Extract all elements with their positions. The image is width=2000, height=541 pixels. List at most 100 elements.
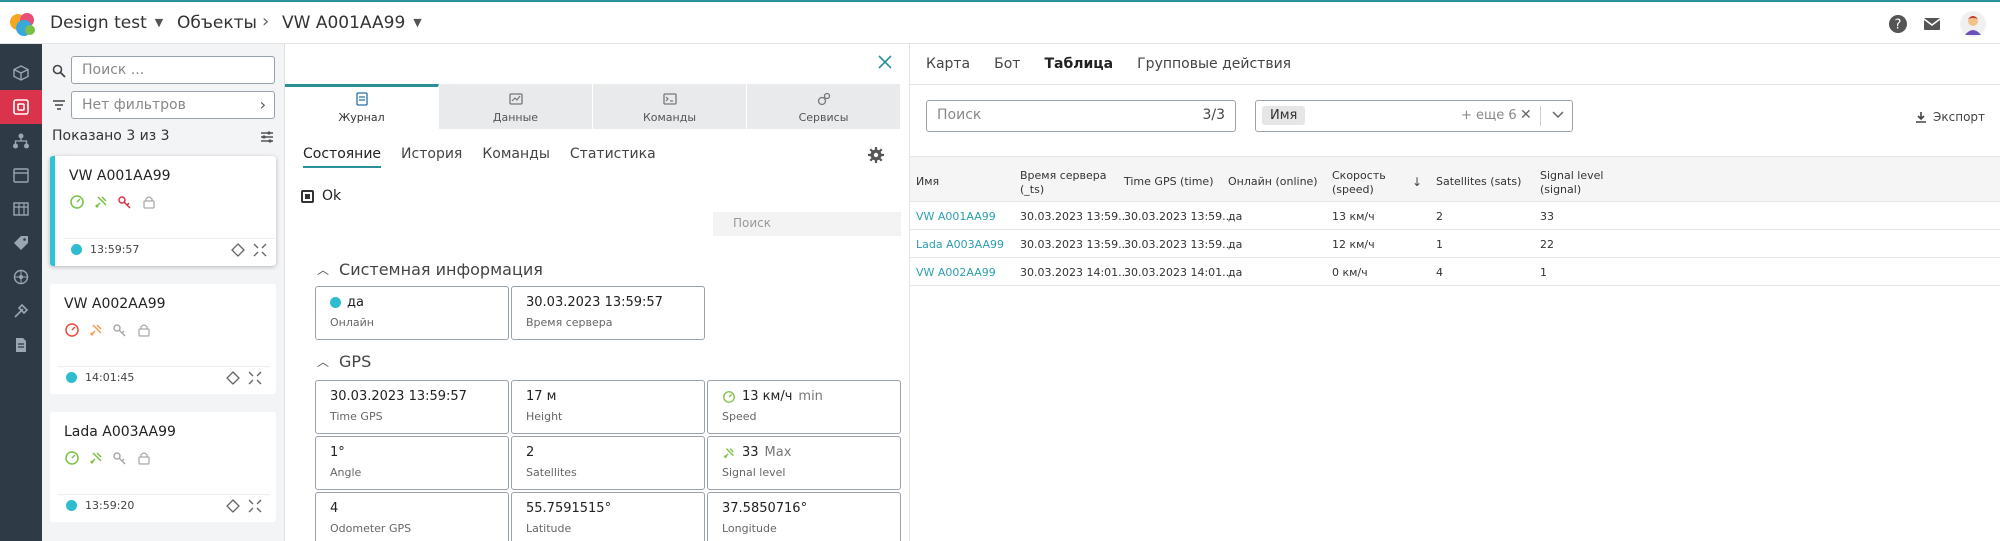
section-system-info[interactable]: ︿ Системная информация — [317, 260, 543, 279]
expand-icon[interactable] — [248, 499, 262, 513]
table-row[interactable]: VW A001AA99 30.03.2023 13:59... 30.03.20… — [910, 202, 2000, 230]
divider — [1540, 106, 1541, 126]
objects-icon — [13, 99, 29, 115]
export-button[interactable]: Экспорт — [1915, 110, 1985, 124]
rail-item-objects[interactable] — [0, 90, 42, 124]
cell-name[interactable]: VW A001AA99 — [916, 210, 996, 223]
table-search-input[interactable]: Поиск 3/3 — [926, 100, 1236, 132]
subtab-history[interactable]: История — [401, 146, 462, 168]
subtab-commands[interactable]: Команды — [482, 146, 550, 168]
data-icon — [508, 93, 523, 105]
angle-value: 1° — [330, 445, 345, 460]
col-name[interactable]: Имя — [916, 175, 939, 189]
breadcrumb-objects[interactable]: Объекты — [177, 13, 257, 33]
height-label: Height — [526, 410, 563, 423]
expand-icon[interactable] — [253, 243, 267, 257]
help-icon[interactable]: ? — [1888, 14, 1908, 34]
rail-item-tags[interactable] — [0, 226, 42, 260]
col-signal-line1: Signal level — [1540, 169, 1604, 182]
signal-value: 33 — [742, 445, 759, 460]
breadcrumb-current[interactable]: VW A001AA99 ▼ — [282, 13, 422, 33]
expand-icon[interactable] — [248, 371, 262, 385]
search-icon — [52, 64, 66, 78]
locate-icon[interactable] — [226, 499, 240, 513]
lock-icon — [138, 452, 150, 465]
download-icon — [1916, 112, 1926, 123]
col-server-time-line1: Время сервера — [1020, 169, 1107, 182]
table-row[interactable]: Lada A003AA99 30.03.2023 13:59... 30.03.… — [910, 230, 2000, 258]
tab-services[interactable]: Сервисы — [747, 84, 901, 129]
avatar[interactable] — [1960, 11, 1986, 37]
tab-commands-label: Команды — [642, 111, 697, 124]
cell-server-time: 30.03.2023 13:59... — [1020, 238, 1129, 251]
chevron-down-icon[interactable] — [1551, 107, 1565, 121]
cell-server-time: 30.03.2023 14:01... — [1020, 266, 1129, 279]
col-signal[interactable]: Signal level (signal) — [1540, 169, 1603, 197]
gear-icon[interactable] — [867, 146, 885, 164]
detail-search-input[interactable]: Поиск — [713, 212, 901, 236]
col-server-time[interactable]: Время сервера (_ts) — [1020, 169, 1106, 197]
col-gps-time[interactable]: Time GPS (time) — [1124, 175, 1214, 189]
subtab-state[interactable]: Состояние — [303, 146, 382, 168]
object-card[interactable]: Lada A003AA99 13:59:20 — [50, 412, 276, 522]
card-footer: 13:59:20 — [58, 494, 270, 516]
object-card[interactable]: VW A002AA99 14:01:45 — [50, 284, 276, 394]
tab-commands[interactable]: Команды — [593, 84, 747, 129]
object-card[interactable]: VW A001AA99 13:59:57 — [50, 156, 276, 266]
rail-item-document[interactable] — [0, 328, 42, 362]
tab-table[interactable]: Таблица — [1044, 56, 1113, 72]
rail-item-cube[interactable] — [0, 56, 42, 90]
clear-icon[interactable]: ✕ — [1520, 107, 1532, 123]
subtab-statistics[interactable]: Статистика — [570, 146, 656, 168]
col-speed[interactable]: Скорость (speed) — [1332, 169, 1386, 197]
filter-input[interactable]: Нет фильтров › — [71, 91, 275, 119]
cell-server-time: 30.03.2023 13:59... — [1020, 210, 1129, 223]
search-input[interactable]: Поиск ... — [71, 56, 275, 84]
key-icon — [113, 324, 126, 337]
sort-arrow-icon[interactable]: ↓ — [1412, 175, 1422, 189]
app-logo-icon[interactable] — [8, 10, 38, 38]
col-satellites[interactable]: Satellites (sats) — [1436, 175, 1521, 189]
breadcrumb-separator-icon: › — [262, 11, 270, 32]
column-chip[interactable]: Имя — [1262, 106, 1306, 125]
locate-icon[interactable] — [231, 243, 245, 257]
rail-item-tools[interactable] — [0, 294, 42, 328]
table-search-count: 3/3 — [1202, 107, 1225, 123]
workspace-selector[interactable]: Design test ▼ — [50, 13, 163, 33]
rail-item-table[interactable] — [0, 192, 42, 226]
column-selector[interactable]: Имя + еще 6 ✕ — [1255, 100, 1573, 132]
list-settings-icon[interactable] — [260, 130, 274, 144]
column-more[interactable]: + еще 6 — [1461, 108, 1517, 123]
tab-bot[interactable]: Бот — [994, 56, 1020, 72]
rail-item-network[interactable] — [0, 260, 42, 294]
satellites-label: Satellites — [526, 466, 577, 479]
rail-item-hierarchy[interactable] — [0, 124, 42, 158]
rail-item-calendar[interactable] — [0, 158, 42, 192]
cube-icon — [13, 65, 29, 81]
cell-signal: 33 — [1540, 210, 1554, 223]
tab-journal[interactable]: Журнал — [285, 84, 439, 129]
tab-map[interactable]: Карта — [926, 56, 970, 72]
cell-speed: 13 км/ч — [1332, 210, 1375, 223]
top-bar: Design test ▼ Объекты › VW A001AA99 ▼ ? — [0, 0, 2000, 44]
document-icon — [16, 338, 26, 352]
close-icon[interactable] — [877, 54, 893, 70]
cell-online: да — [1228, 210, 1243, 223]
tab-data[interactable]: Данные — [439, 84, 593, 129]
mail-icon[interactable] — [1922, 14, 1942, 34]
tab-group-actions[interactable]: Групповые действия — [1137, 56, 1291, 72]
divider — [910, 84, 2000, 85]
chevron-down-icon: ▼ — [413, 16, 422, 29]
locate-icon[interactable] — [226, 371, 240, 385]
field-angle: 1° Angle — [315, 436, 509, 490]
field-latitude: 55.7591515° Latitude — [511, 492, 705, 541]
status-icons — [69, 194, 157, 210]
angle-label: Angle — [330, 466, 362, 479]
section-gps[interactable]: ︿ GPS — [317, 352, 371, 371]
cell-name[interactable]: VW A002AA99 — [916, 266, 996, 279]
table-row[interactable]: VW A002AA99 30.03.2023 14:01... 30.03.20… — [910, 258, 2000, 286]
cell-name[interactable]: Lada A003AA99 — [916, 238, 1004, 251]
time-gps-value: 30.03.2023 13:59:57 — [330, 389, 467, 404]
chevron-up-icon: ︿ — [317, 263, 330, 277]
col-online[interactable]: Онлайн (online) — [1228, 175, 1318, 189]
